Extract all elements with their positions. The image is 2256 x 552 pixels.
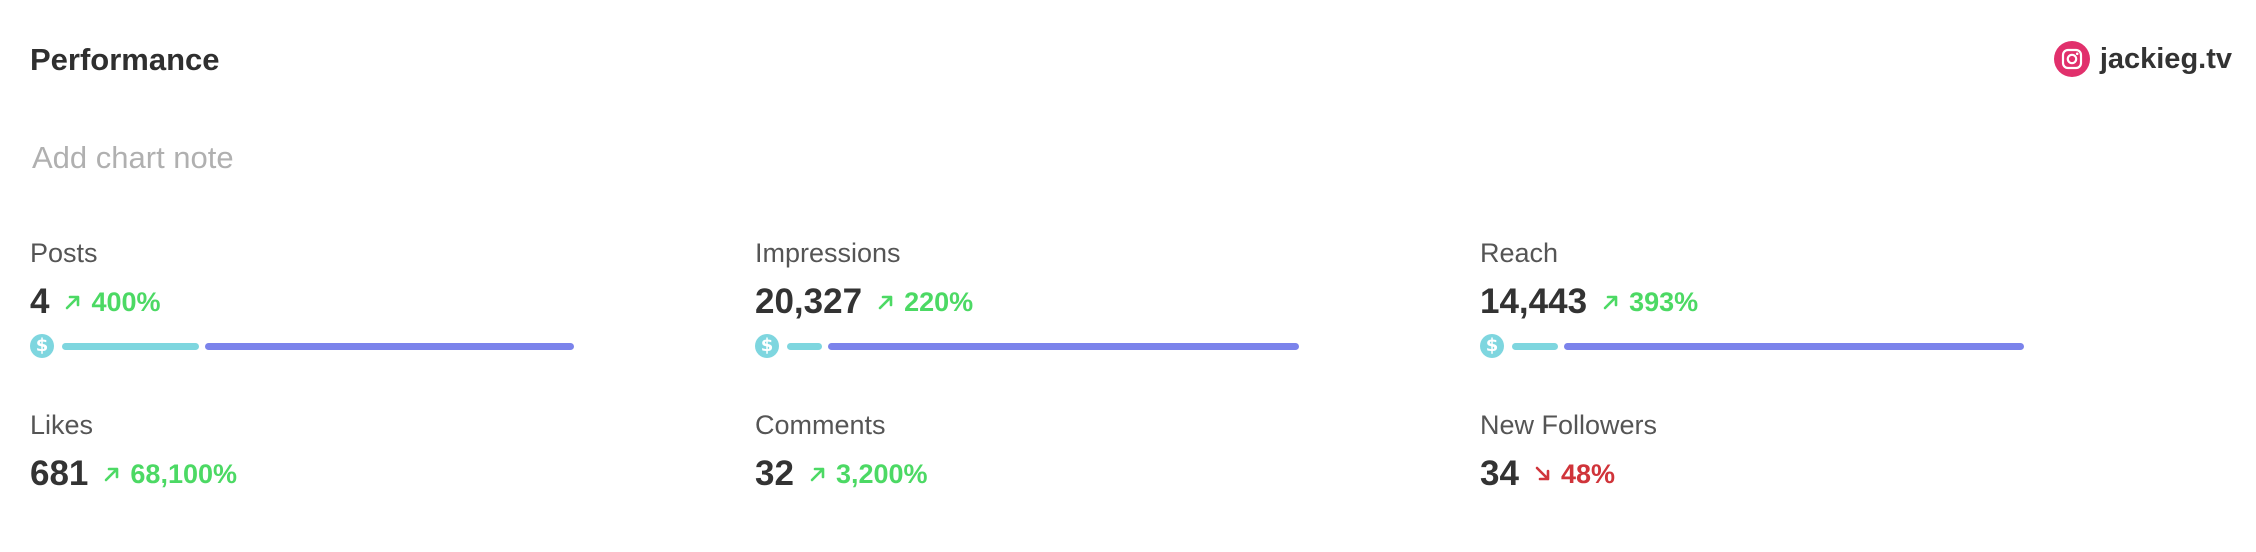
chart-note-input[interactable]: Add chart note [32, 138, 234, 178]
metric-value: 681 [30, 454, 89, 493]
metric-change: 48% [1533, 457, 1615, 491]
arrow-up-right-icon [878, 295, 893, 310]
metric-change: 68,100% [102, 457, 237, 491]
metric-change: 393% [1601, 285, 1698, 319]
metric-card-likes: Likes 681 68,100% [30, 408, 237, 494]
paid-segment [787, 342, 822, 350]
breakdown-bar: $ [30, 334, 574, 358]
breakdown-track [1512, 342, 2024, 350]
arrow-up-right-icon [105, 467, 119, 482]
metric-change: 3,200% [808, 457, 928, 491]
metric-value: 14,443 [1480, 282, 1588, 321]
metric-value: 34 [1480, 454, 1519, 493]
breakdown-track [62, 342, 574, 350]
arrow-up-right-icon [1603, 295, 1618, 310]
metric-card-posts: Posts 4 400% $ [30, 236, 574, 358]
account-selector[interactable]: jackieg.tv [2053, 40, 2232, 78]
dollar-coin-icon: $ [755, 334, 779, 358]
metric-label: Impressions [755, 238, 901, 268]
metric-label: Comments [755, 410, 886, 440]
metric-card-comments: Comments 32 3,200% [755, 408, 928, 494]
arrow-down-right-icon [1535, 466, 1550, 481]
breakdown-track [787, 342, 1299, 350]
metric-label: Likes [30, 410, 94, 440]
dollar-coin-icon: $ [30, 334, 54, 358]
arrow-up-right-icon [810, 467, 825, 482]
instagram-icon [2053, 41, 2090, 77]
paid-segment [62, 342, 199, 350]
metric-value: 4 [30, 282, 50, 321]
metric-value: 32 [755, 454, 794, 493]
metric-label: New Followers [1480, 410, 1658, 440]
metric-label: Posts [30, 238, 98, 268]
metric-change: 220% [876, 285, 973, 319]
paid-segment [1512, 342, 1558, 350]
dollar-coin-icon: $ [1480, 334, 1504, 358]
page-title: Performance [30, 42, 220, 77]
account-name: jackieg.tv [2099, 43, 2232, 75]
breakdown-bar: $ [755, 334, 1299, 358]
arrow-up-right-icon [66, 295, 80, 310]
metric-value: 20,327 [755, 282, 863, 321]
metric-card-new-followers: New Followers 34 48% [1480, 408, 1657, 494]
organic-segment [1564, 342, 2024, 350]
breakdown-bar: $ [1480, 334, 2024, 358]
organic-segment [205, 342, 574, 350]
metric-card-impressions: Impressions 20,327 220% $ [755, 236, 1299, 358]
metric-change: 400% [63, 285, 161, 319]
metric-card-reach: Reach 14,443 393% $ [1480, 236, 2024, 358]
metric-label: Reach [1480, 238, 1559, 268]
organic-segment [828, 342, 1299, 350]
